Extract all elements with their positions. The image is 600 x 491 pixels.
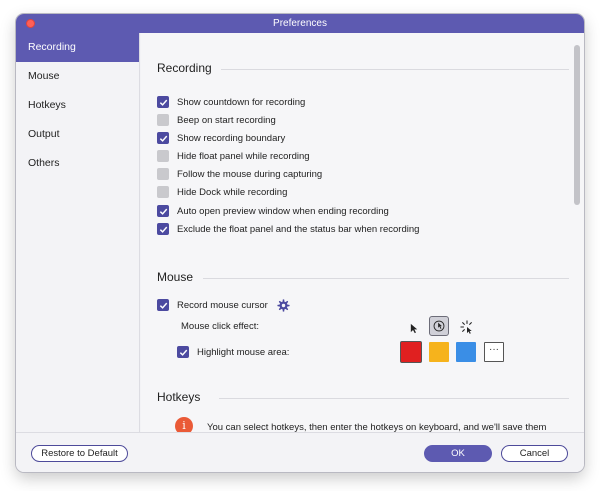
sidebar-item-others[interactable]: Others: [16, 149, 139, 178]
close-window-button[interactable]: [26, 19, 35, 28]
sidebar-item-output[interactable]: Output: [16, 120, 139, 149]
option-label: Show recording boundary: [177, 132, 286, 144]
scrollbar-thumb[interactable]: [574, 45, 580, 205]
option-label: Auto open preview window when ending rec…: [177, 205, 389, 217]
option-highlight-mouse-area[interactable]: Highlight mouse area:: [177, 345, 289, 359]
option-label: Exclude the float panel and the status b…: [177, 223, 420, 235]
option-show-countdown[interactable]: Show countdown for recording: [157, 95, 305, 109]
highlight-color-red[interactable]: [401, 342, 421, 362]
hotkeys-section-title: Hotkeys: [157, 390, 201, 404]
cancel-button[interactable]: Cancel: [501, 445, 568, 462]
option-label: Beep on start recording: [177, 114, 276, 126]
sidebar-item-mouse[interactable]: Mouse: [16, 62, 139, 91]
recording-section-title: Recording: [157, 61, 212, 75]
title-bar: Preferences: [16, 14, 584, 33]
option-hide-dock[interactable]: Hide Dock while recording: [157, 185, 287, 199]
restore-default-button[interactable]: Restore to Default: [31, 445, 128, 462]
arrow-cursor-icon[interactable]: [404, 318, 424, 338]
mouse-section-title: Mouse: [157, 270, 194, 284]
mouse-click-effect-label: Mouse click effect:: [181, 321, 259, 332]
option-label: Highlight mouse area:: [197, 346, 290, 358]
scrollbar[interactable]: [574, 45, 580, 205]
mouse-section-divider: [203, 278, 569, 279]
highlight-color-yellow[interactable]: [429, 342, 449, 362]
info-icon: i: [175, 417, 193, 432]
window-title: Preferences: [273, 18, 327, 29]
option-beep-on-start[interactable]: Beep on start recording: [157, 113, 276, 127]
option-hide-float-panel[interactable]: Hide float panel while recording: [157, 149, 310, 163]
checkbox-checked[interactable]: [157, 132, 169, 144]
checkbox-checked[interactable]: [157, 223, 169, 235]
checkbox-checked[interactable]: [157, 299, 169, 311]
sidebar-item-recording[interactable]: Recording: [16, 33, 139, 62]
checkbox-unchecked[interactable]: [157, 114, 169, 126]
hotkeys-info-text: You can select hotkeys, then enter the h…: [207, 422, 547, 432]
option-label: Hide float panel while recording: [177, 150, 310, 162]
checkbox-checked[interactable]: [157, 205, 169, 217]
option-label: Record mouse cursor: [177, 299, 268, 311]
gear-icon[interactable]: [277, 298, 290, 312]
option-record-mouse-cursor[interactable]: Record mouse cursor: [157, 298, 290, 312]
checkbox-checked[interactable]: [177, 346, 189, 358]
checkbox-unchecked[interactable]: [157, 150, 169, 162]
option-label: Hide Dock while recording: [177, 186, 288, 198]
option-label: Show countdown for recording: [177, 96, 306, 108]
preferences-content: Recording Show countdown for recording B…: [141, 33, 584, 432]
click-effect-hand-icon[interactable]: [429, 316, 449, 336]
ok-button[interactable]: OK: [424, 445, 492, 462]
footer-bar: Restore to Default OK Cancel: [16, 432, 584, 472]
click-burst-icon[interactable]: [457, 317, 477, 337]
option-follow-mouse[interactable]: Follow the mouse during capturing: [157, 167, 322, 181]
option-exclude-float-panel[interactable]: Exclude the float panel and the status b…: [157, 222, 419, 236]
checkbox-unchecked[interactable]: [157, 186, 169, 198]
sidebar: Recording Mouse Hotkeys Output Others: [16, 33, 140, 432]
highlight-color-blue[interactable]: [456, 342, 476, 362]
hotkeys-section-divider: [219, 398, 569, 399]
option-auto-open-preview[interactable]: Auto open preview window when ending rec…: [157, 204, 389, 218]
sidebar-item-hotkeys[interactable]: Hotkeys: [16, 91, 139, 120]
recording-section-divider: [221, 69, 569, 70]
option-label: Follow the mouse during capturing: [177, 168, 323, 180]
checkbox-unchecked[interactable]: [157, 168, 169, 180]
more-colors-button[interactable]: ···: [484, 342, 504, 362]
checkbox-checked[interactable]: [157, 96, 169, 108]
preferences-window: Preferences Recording Mouse Hotkeys Outp…: [16, 14, 584, 472]
option-show-boundary[interactable]: Show recording boundary: [157, 131, 285, 145]
